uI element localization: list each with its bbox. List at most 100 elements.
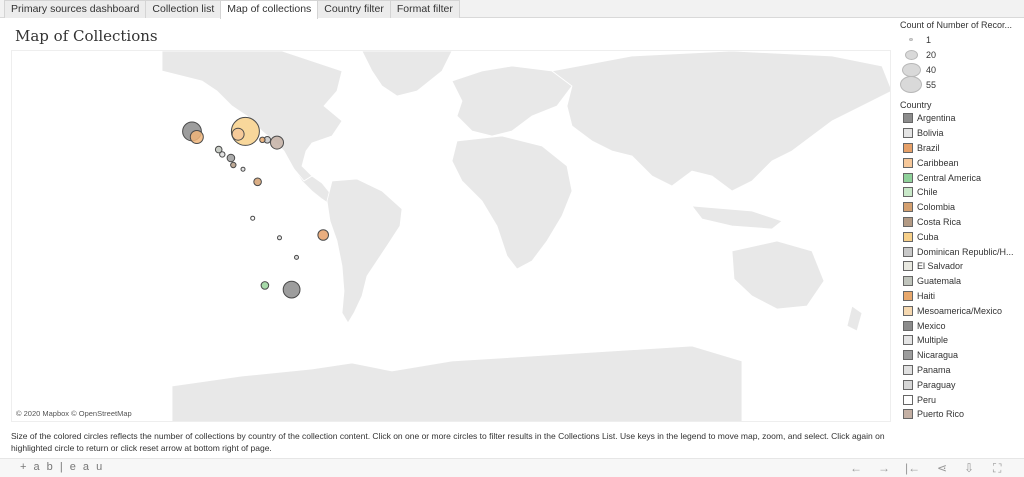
size-legend-label: 1 [926, 34, 932, 45]
legend-label: Mexico [917, 320, 946, 331]
size-legend-item[interactable]: 40 [900, 62, 1022, 77]
world-map[interactable] [12, 51, 891, 422]
legend-label: Puerto Rico [917, 409, 965, 420]
color-swatch [903, 113, 913, 124]
north-america-shape [161, 51, 343, 182]
legend-item-bolivia[interactable]: Bolivia [900, 126, 1022, 141]
color-swatch [903, 394, 913, 405]
color-swatch [903, 246, 913, 257]
legend-item-guatemala[interactable]: Guatemala [900, 274, 1022, 289]
legend-item-el-salvador[interactable]: El Salvador [900, 259, 1022, 274]
map-point-chile[interactable] [260, 281, 270, 290]
legend-item-caribbean[interactable]: Caribbean [900, 155, 1022, 170]
legend-item-haiti[interactable]: Haiti [900, 289, 1022, 304]
map-point-paraguay[interactable] [294, 254, 299, 260]
legend-label: Central America [917, 172, 982, 183]
size-legend-item[interactable]: 55 [900, 76, 1022, 93]
legend-item-mexico[interactable]: Mexico [900, 318, 1022, 333]
color-legend-title: Country [900, 100, 932, 110]
greenland-shape [361, 51, 453, 97]
reset-icon[interactable]: |← [905, 461, 920, 475]
legend-item-chile[interactable]: Chile [900, 185, 1022, 200]
legend-label: Paraguay [917, 379, 956, 390]
legend-item-panama[interactable]: Panama [900, 363, 1022, 378]
map-attribution[interactable]: © 2020 Mapbox © OpenStreetMap [16, 409, 132, 418]
legend-label: Multiple [917, 335, 949, 346]
size-legend-label: 20 [926, 49, 937, 60]
tab-bar: Primary sources dashboard Collection list… [0, 0, 1024, 19]
map-point-costa-rica[interactable] [230, 161, 237, 169]
legend-item-dominican-republic-h-[interactable]: Dominican Republic/H... [900, 244, 1022, 259]
undo-icon[interactable]: ← [850, 461, 862, 475]
europe-shape [451, 65, 573, 137]
map-point-puerto-rico[interactable] [270, 135, 284, 150]
legend-label: Dominican Republic/H... [917, 246, 1014, 257]
legend-item-puerto-rico[interactable]: Puerto Rico [900, 407, 1022, 422]
legend-item-mesoamerica-mexico[interactable]: Mesoamerica/Mexico [900, 303, 1022, 318]
tab-primary-sources-dashboard[interactable]: Primary sources dashboard [4, 0, 147, 18]
tableau-logo[interactable]: + a b | e a u [20, 461, 104, 473]
share-icon[interactable]: ⋖ [937, 461, 947, 475]
legend-label: Haiti [917, 290, 936, 301]
color-swatch [903, 157, 913, 168]
size-legend-item[interactable]: 20 [900, 47, 1022, 62]
map-point-brazil[interactable] [317, 229, 330, 241]
size-circle-icon [900, 62, 922, 77]
legend-item-brazil[interactable]: Brazil [900, 141, 1022, 156]
australia-shape [731, 240, 825, 310]
legend-item-argentina[interactable]: Argentina [900, 111, 1022, 126]
legend-label: Brazil [917, 142, 940, 153]
land-masses [161, 51, 890, 421]
antarctica-shape [171, 345, 743, 421]
legend-item-multiple[interactable]: Multiple [900, 333, 1022, 348]
size-legend-item[interactable]: 1 [900, 32, 1022, 47]
redo-icon[interactable]: → [878, 461, 890, 475]
legend-label: Argentina [917, 113, 956, 124]
color-swatch [903, 335, 913, 346]
map-point-peru[interactable] [250, 215, 256, 221]
legend-label: Caribbean [917, 157, 959, 168]
legend-label: El Salvador [917, 261, 964, 272]
map-point-nicaragua[interactable] [226, 153, 236, 163]
map-point-colombia[interactable] [253, 177, 262, 187]
indonesia-shape [691, 205, 783, 230]
tab-map-of-collections[interactable]: Map of collections [220, 0, 319, 19]
legend-item-peru[interactable]: Peru [900, 392, 1022, 407]
color-swatch [903, 202, 913, 213]
tableau-toolbar: + a b | e a u ← → |← ⋖ ⇩ ⛶ [0, 458, 1024, 477]
color-swatch [903, 142, 913, 153]
legend-item-nicaragua[interactable]: Nicaragua [900, 348, 1022, 363]
map-point-caribbean[interactable] [231, 127, 245, 141]
tab-format-filter[interactable]: Format filter [389, 0, 460, 18]
map-point-mesoamerica-mexico[interactable] [189, 130, 204, 144]
map-point-panama[interactable] [240, 166, 246, 172]
legend-item-cuba[interactable]: Cuba [900, 229, 1022, 244]
legend-panel: Count of Number of Recor... 1 20 40 55 Coun… [900, 20, 1022, 430]
color-swatch [903, 364, 913, 375]
fullscreen-icon[interactable]: ⛶ [993, 461, 1001, 476]
south-america-shape [326, 178, 403, 324]
map-caption: Size of the colored circles reflects the… [11, 431, 885, 453]
tab-collection-list[interactable]: Collection list [145, 0, 222, 18]
color-swatch [903, 172, 913, 183]
map-point-haiti[interactable] [259, 136, 266, 144]
map-point-bolivia[interactable] [277, 235, 282, 241]
legend-label: Bolivia [917, 128, 944, 139]
color-swatch [903, 216, 913, 227]
legend-item-paraguay[interactable]: Paraguay [900, 377, 1022, 392]
legend-item-costa-rica[interactable]: Costa Rica [900, 215, 1022, 230]
map-view[interactable]: © 2020 Mapbox © OpenStreetMap [11, 50, 891, 422]
map-point-argentina[interactable] [282, 280, 301, 299]
legend-label: Peru [917, 394, 937, 405]
legend-label: Costa Rica [917, 216, 962, 227]
legend-label: Cuba [917, 231, 939, 242]
download-icon[interactable]: ⇩ [964, 461, 974, 475]
legend-item-colombia[interactable]: Colombia [900, 200, 1022, 215]
legend-item-central-america[interactable]: Central America [900, 170, 1022, 185]
new-zealand-shape [846, 305, 863, 332]
color-swatch [903, 276, 913, 287]
color-swatch [903, 305, 913, 316]
map-point-el-salvador[interactable] [219, 151, 226, 158]
tab-country-filter[interactable]: Country filter [317, 0, 391, 18]
page-title: Map of Collections [15, 27, 158, 45]
